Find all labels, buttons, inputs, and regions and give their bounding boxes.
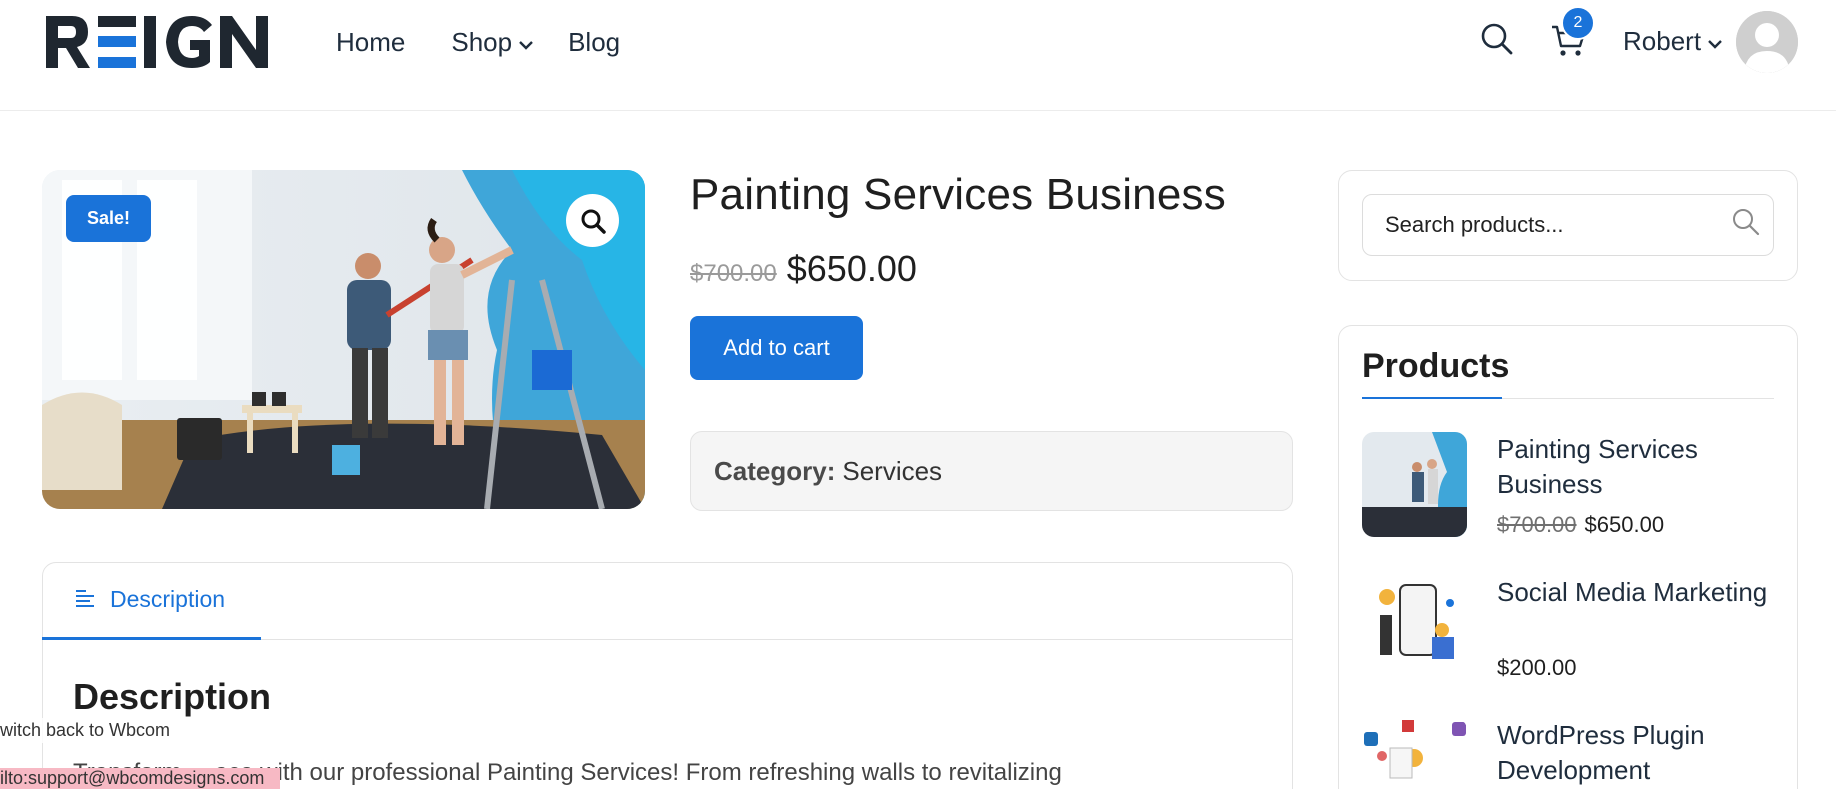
product-price: $200.00: [1497, 655, 1577, 681]
main-nav: Home Shop Blog: [336, 22, 620, 62]
product-search-input[interactable]: [1362, 194, 1774, 256]
search-icon[interactable]: [1731, 207, 1761, 237]
nav-shop[interactable]: Shop: [451, 27, 534, 58]
nav-blog-label: Blog: [568, 26, 621, 57]
sale-price: $650.00: [1584, 512, 1665, 537]
nav-shop-label: Shop: [451, 26, 513, 57]
regular-price: $700.00: [690, 260, 777, 287]
product-title: Painting Services Business: [690, 170, 1226, 219]
product-thumbnail[interactable]: [1362, 718, 1467, 789]
price: $200.00: [1497, 655, 1577, 680]
site-header: Home Shop Blog 2 Robert: [0, 0, 1836, 111]
switch-back-link[interactable]: witch back to Wbcom: [0, 718, 171, 743]
nav-blog[interactable]: Blog: [568, 27, 620, 58]
product-thumbnail[interactable]: [1362, 432, 1467, 537]
product-price: $700.00 $650.00: [1497, 512, 1664, 538]
products-widget-title: Products: [1362, 347, 1510, 385]
user-menu[interactable]: Robert: [1623, 26, 1723, 57]
chevron-down-icon: [1707, 26, 1723, 57]
regular-price: $700.00: [1497, 512, 1577, 537]
product-meta: Category: Services: [690, 431, 1293, 511]
search-icon[interactable]: [1480, 22, 1514, 56]
product-thumbnail[interactable]: [1362, 575, 1467, 680]
user-avatar-icon: [1736, 11, 1798, 73]
support-mail-link[interactable]: ilto:support@wbcomdesigns.com: [0, 768, 280, 789]
chevron-down-icon: [518, 27, 534, 58]
avatar[interactable]: [1736, 11, 1798, 73]
add-to-cart-button[interactable]: Add to cart: [690, 316, 863, 380]
nav-home-label: Home: [336, 26, 406, 57]
widget-divider-accent: [1362, 397, 1502, 399]
cart-count-badge: 2: [1561, 6, 1595, 40]
product-link[interactable]: Painting Services Business: [1497, 432, 1777, 502]
magnifier-icon: [581, 209, 606, 234]
description-heading: Description: [73, 676, 272, 717]
list-lines-icon: [76, 586, 96, 613]
category-label: Category:: [714, 455, 836, 486]
tab-description-label: Description: [110, 586, 226, 612]
sale-price: $650.00: [786, 248, 917, 289]
site-logo[interactable]: [42, 12, 270, 72]
user-name-label: Robert: [1623, 26, 1702, 56]
product-link[interactable]: Social Media Marketing: [1497, 575, 1777, 610]
logo-icon: [46, 16, 268, 68]
nav-home[interactable]: Home: [336, 27, 405, 58]
zoom-button[interactable]: [566, 194, 619, 247]
tab-description[interactable]: Description: [42, 562, 261, 640]
category-link[interactable]: Services: [842, 456, 942, 487]
sale-badge: Sale!: [66, 195, 151, 242]
product-price: $700.00 $650.00: [690, 248, 917, 290]
product-link[interactable]: WordPress Plugin Development: [1497, 718, 1777, 788]
